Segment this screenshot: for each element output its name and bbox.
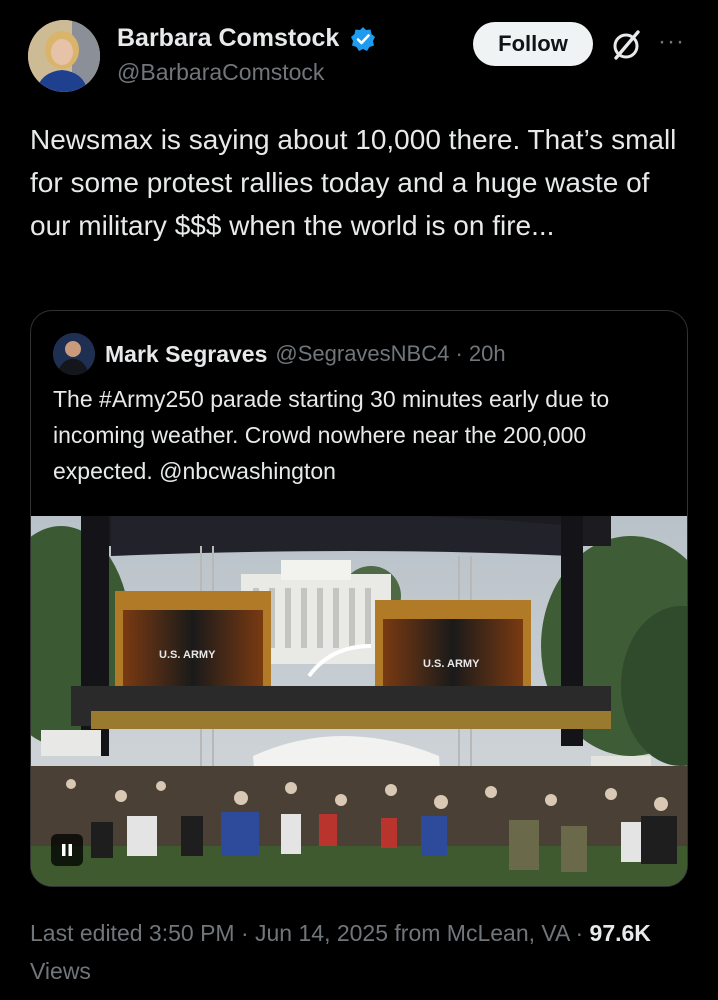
follow-button[interactable]: Follow xyxy=(473,22,593,66)
views-label: Views xyxy=(30,958,91,984)
quoted-author-avatar[interactable] xyxy=(53,333,95,375)
post-header: Barbara Comstock @BarbaraComstock Follow… xyxy=(28,20,690,96)
quoted-author-name[interactable]: Mark Segraves xyxy=(105,341,267,368)
quoted-post-header: Mark Segraves @SegravesNBC4 · 20h xyxy=(53,333,506,375)
author-avatar[interactable] xyxy=(28,20,100,92)
pause-icon xyxy=(62,844,72,856)
author-names: Barbara Comstock @BarbaraComstock xyxy=(117,24,376,86)
grok-icon[interactable] xyxy=(610,28,644,62)
more-options-icon[interactable]: ··· xyxy=(658,30,688,60)
post-metadata: Last edited 3:50 PM · Jun 14, 2025 from … xyxy=(30,914,690,990)
views-count: 97.6K xyxy=(589,920,651,946)
quoted-author-handle-time: @SegravesNBC4 · 20h xyxy=(275,341,506,366)
author-handle[interactable]: @BarbaraComstock xyxy=(117,59,376,86)
quoted-post-text: The #Army250 parade starting 30 minutes … xyxy=(53,386,610,484)
quoted-post[interactable]: Mark Segraves @SegravesNBC4 · 20h The #A… xyxy=(30,310,688,887)
post-text: Newsmax is saying about 10,000 there. Th… xyxy=(30,124,677,241)
quoted-video[interactable] xyxy=(31,516,687,886)
pause-button[interactable] xyxy=(51,834,83,866)
screen-right-label: U.S. ARMY xyxy=(423,658,480,670)
verified-badge-icon xyxy=(350,26,376,52)
edited-timestamp[interactable]: Last edited 3:50 PM · Jun 14, 2025 from … xyxy=(30,920,590,946)
screen-left-label: U.S. ARMY xyxy=(159,649,216,661)
author-display-name[interactable]: Barbara Comstock xyxy=(117,24,339,53)
